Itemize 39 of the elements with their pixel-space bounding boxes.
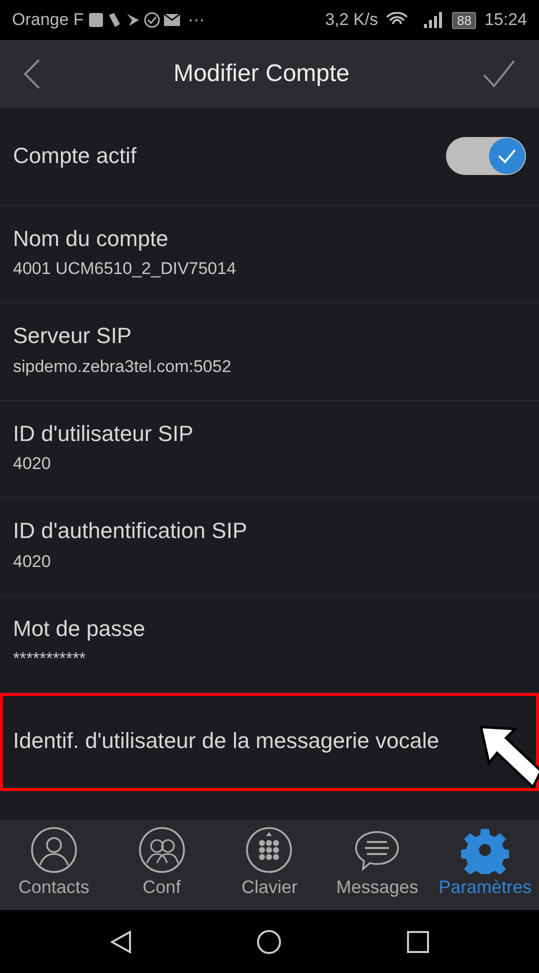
settings-icon [461,826,510,874]
carrier-name: Orange F [12,9,84,32]
setting-label[interactable]: Compte actif [13,143,446,170]
setting-value: 4020 [13,453,52,476]
app-notification-icon [88,12,104,28]
battery-level: 88 [452,12,476,28]
keypad-icon [245,826,294,874]
checkmark-icon[interactable] [483,60,515,88]
person-icon [30,826,78,874]
tab[interactable]: Clavier [216,820,324,910]
tab[interactable]: Paramètres [431,820,539,910]
home-icon[interactable] [256,928,282,954]
check-circle-icon [144,12,160,28]
setting-value: 4020 [13,550,52,573]
toggle-switch[interactable] [446,137,526,176]
signal-icon [424,12,444,28]
send-icon [126,12,140,28]
clock: 15:24 [484,9,527,32]
tab[interactable]: Conf [108,820,216,910]
recent-apps-icon[interactable] [406,930,429,952]
checkmark-icon [497,148,517,164]
setting-label[interactable]: Identif. d'utilisateur de la messagerie vocale [13,728,526,754]
setting-value: 4001 UCM6510_2_DIV75014 [13,258,238,280]
network-speed: 3,2 K/s [325,9,378,32]
setting-label[interactable]: Mot de passe [13,616,526,642]
setting-value: *********** [13,648,87,670]
setting-value: sipdemo.zebra3tel.com:5052 [13,356,232,378]
back-icon[interactable] [110,930,132,954]
group-icon [138,826,186,874]
mail-icon [164,14,180,26]
screen-title: Modifier Compte [173,60,350,88]
tab[interactable]: Contacts [0,820,108,910]
more-notifications: ··· [188,9,205,32]
tab[interactable]: Messages [323,820,432,910]
setting-label[interactable]: Nom du compte [13,226,526,252]
setting-label[interactable]: ID d'authentification SIP [13,518,526,545]
setting-label[interactable]: ID d'utilisateur SIP [13,420,526,448]
toggle-knob[interactable] [489,138,525,174]
setting-label[interactable]: Serveur SIP [13,323,526,350]
